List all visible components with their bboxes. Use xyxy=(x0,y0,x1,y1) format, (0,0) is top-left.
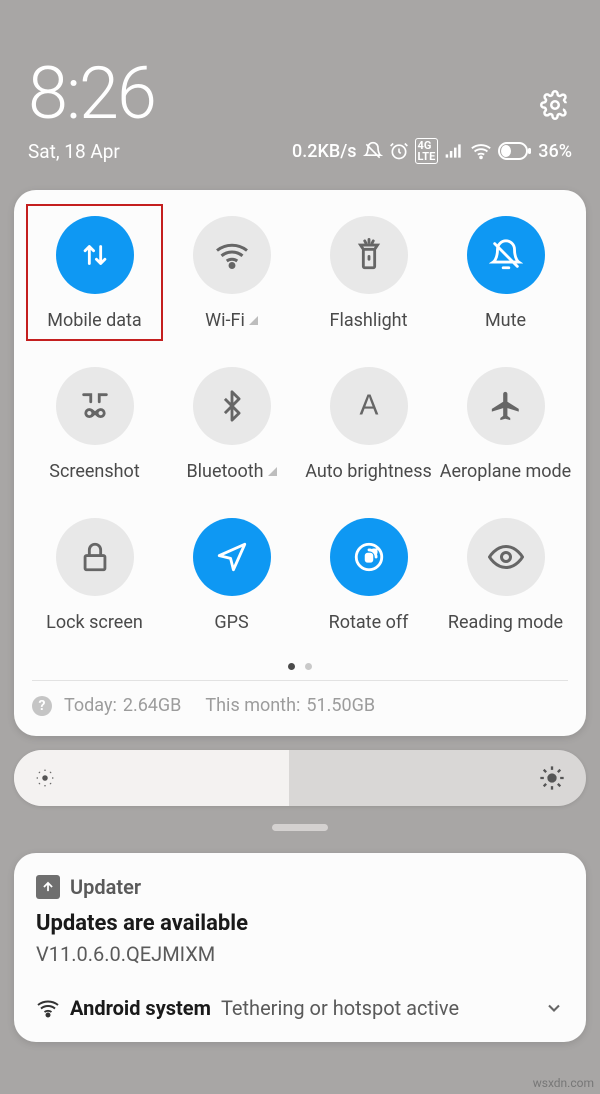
tile-data[interactable]: Mobile data xyxy=(26,212,163,335)
notification-title-2: Tethering or hotspot active xyxy=(221,996,534,1020)
tile-mute[interactable]: Mute xyxy=(437,212,574,335)
expand-triangle-icon xyxy=(249,316,258,325)
tile-rotate-off[interactable]: Rotate off xyxy=(300,514,437,637)
brightness-high-icon xyxy=(538,764,566,792)
mute-icon xyxy=(467,216,545,294)
status-date: Sat, 18 Apr xyxy=(28,140,120,163)
tile-label: Lock screen xyxy=(46,612,143,633)
tile-label: Wi-Fi xyxy=(205,310,258,331)
lock-icon xyxy=(56,518,134,596)
brightness-low-icon xyxy=(34,767,56,789)
expand-triangle-icon xyxy=(268,467,277,476)
gps-icon xyxy=(193,518,271,596)
tile-airplane[interactable]: Aeroplane mode xyxy=(437,363,574,486)
signal-icon xyxy=(444,141,464,161)
bluetooth-icon xyxy=(193,367,271,445)
question-icon: ? xyxy=(32,696,52,716)
status-header: 8:26 Sat, 18 Apr 0.2KB/s 4GLTE xyxy=(0,0,600,176)
tile-label: Bluetooth xyxy=(186,461,276,482)
tile-wifi[interactable]: Wi-Fi xyxy=(163,212,300,335)
notification-card[interactable]: Updater Updates are available V11.0.6.0.… xyxy=(14,853,586,1042)
data-usage-row[interactable]: ? Today: 2.64GB This month: 51.50GB xyxy=(26,681,574,720)
eye-icon xyxy=(467,518,545,596)
rotate-off-icon xyxy=(330,518,408,596)
tile-eye[interactable]: Reading mode xyxy=(437,514,574,637)
alarm-icon xyxy=(389,141,409,161)
watermark: wsxdn.com xyxy=(533,1076,594,1090)
network-speed: 0.2KB/s xyxy=(292,141,357,162)
quick-settings-panel: Mobile data Wi-Fi Flashlight Mute Screenshot… xyxy=(14,190,586,736)
tile-label: Mobile data xyxy=(47,310,141,331)
tile-auto-bright[interactable]: A Auto brightness xyxy=(300,363,437,486)
usage-today-value: 2.64GB xyxy=(123,695,182,716)
usage-today-label: Today: xyxy=(64,695,117,716)
flashlight-icon xyxy=(330,216,408,294)
clock-time: 8:26 xyxy=(28,58,572,130)
usage-month-value: 51.50GB xyxy=(306,695,375,716)
tile-label: Rotate off xyxy=(329,612,409,633)
tile-label: Flashlight xyxy=(330,310,408,331)
tile-label: Reading mode xyxy=(448,612,563,633)
tile-label: Screenshot xyxy=(49,461,139,482)
tile-lock[interactable]: Lock screen xyxy=(26,514,163,637)
hotspot-icon xyxy=(36,996,60,1020)
drag-handle[interactable] xyxy=(272,824,328,831)
battery-icon xyxy=(498,142,532,160)
tile-gps[interactable]: GPS xyxy=(163,514,300,637)
tile-label: Auto brightness xyxy=(305,461,432,482)
settings-gear-icon[interactable] xyxy=(540,90,570,120)
tile-label: Mute xyxy=(485,310,526,331)
notification-app-row: Updater xyxy=(36,875,564,899)
svg-text:A: A xyxy=(359,390,378,422)
data-icon xyxy=(56,216,134,294)
tile-screenshot[interactable]: Screenshot xyxy=(26,363,163,486)
tile-flashlight[interactable]: Flashlight xyxy=(300,212,437,335)
tile-label: GPS xyxy=(214,612,248,633)
notification-app-name: Updater xyxy=(70,875,141,899)
auto-bright-icon: A xyxy=(330,367,408,445)
pager-dot-active xyxy=(288,663,295,670)
pager-dot xyxy=(305,663,312,670)
wifi-icon xyxy=(193,216,271,294)
status-indicators: 0.2KB/s 4GLTE 36% xyxy=(292,138,572,164)
tile-bluetooth[interactable]: Bluetooth xyxy=(163,363,300,486)
screenshot-icon xyxy=(56,367,134,445)
updater-app-icon xyxy=(36,875,60,899)
brightness-slider[interactable] xyxy=(14,750,586,806)
usage-month-label: This month: xyxy=(205,695,300,716)
notification-app-name-2: Android system xyxy=(70,996,211,1020)
pager-dots xyxy=(26,663,574,670)
wifi-status-icon xyxy=(470,140,492,162)
battery-percent: 36% xyxy=(538,141,572,162)
notification-title: Updates are available xyxy=(36,911,564,936)
airplane-icon xyxy=(467,367,545,445)
chevron-down-icon[interactable] xyxy=(544,998,564,1018)
dnd-icon xyxy=(363,141,383,161)
notification-body: V11.0.6.0.QEJMIXM xyxy=(36,942,564,966)
lte-icon: 4GLTE xyxy=(415,138,439,164)
notification-second-row[interactable]: Android system Tethering or hotspot acti… xyxy=(36,996,564,1020)
tile-label: Aeroplane mode xyxy=(440,461,571,482)
tile-grid: Mobile data Wi-Fi Flashlight Mute Screenshot… xyxy=(26,212,574,637)
